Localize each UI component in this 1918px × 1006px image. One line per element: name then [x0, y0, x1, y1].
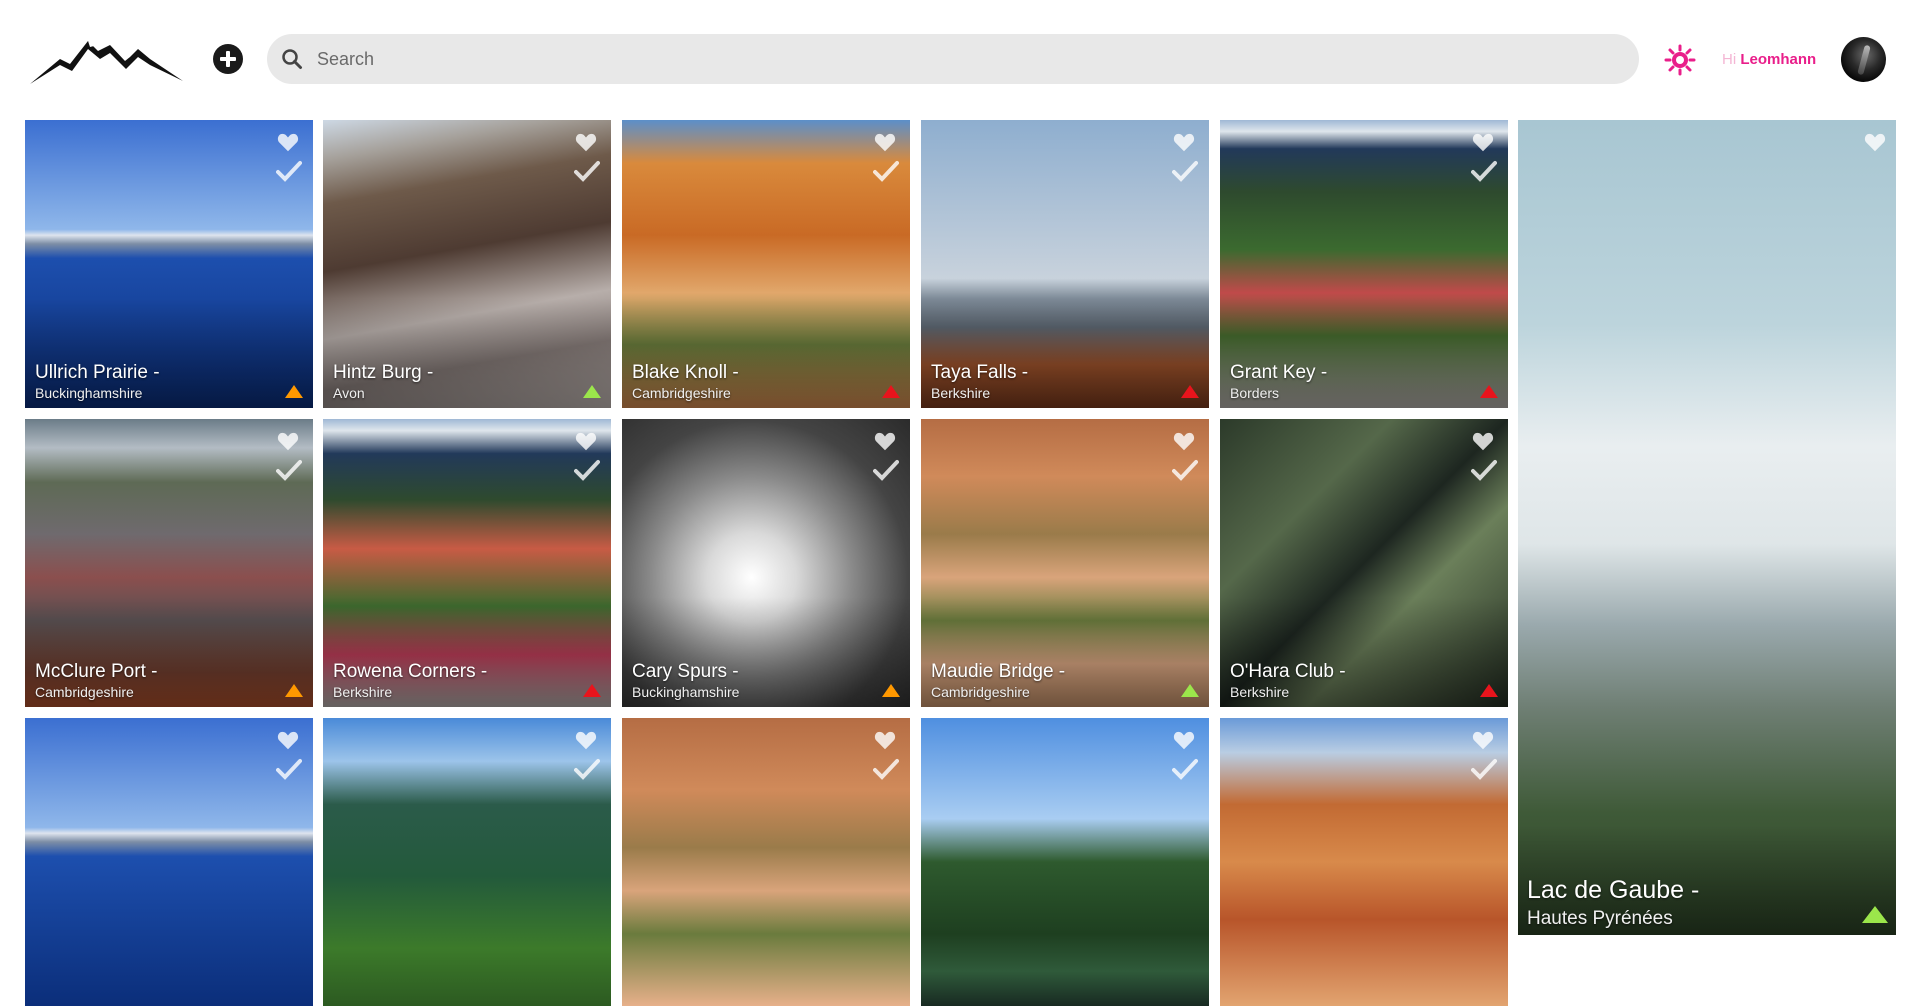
- hike-grid: Ullrich Prairie - Buckinghamshire Hintz Bu…: [0, 0, 1918, 1006]
- hike-region: Cambridgeshire: [35, 684, 134, 700]
- heart-icon[interactable]: [874, 431, 896, 453]
- heart-icon[interactable]: [277, 431, 299, 453]
- check-icon[interactable]: [1471, 160, 1497, 182]
- heart-icon[interactable]: [575, 730, 597, 752]
- check-icon[interactable]: [276, 758, 302, 780]
- hike-region: Cambridgeshire: [632, 385, 731, 401]
- check-icon[interactable]: [1172, 758, 1198, 780]
- featured-hike-photo: [1518, 120, 1896, 935]
- difficulty-triangle-icon: [1181, 385, 1199, 398]
- hike-card[interactable]: [323, 718, 611, 1006]
- difficulty-triangle-icon: [285, 385, 303, 398]
- difficulty-triangle-icon: [1862, 906, 1888, 923]
- hike-card[interactable]: Ullrich Prairie - Buckinghamshire: [25, 120, 313, 408]
- heart-icon[interactable]: [1472, 132, 1494, 154]
- hike-region: Borders: [1230, 385, 1280, 401]
- hike-region: Buckinghamshire: [632, 684, 740, 700]
- difficulty-triangle-icon: [1181, 684, 1199, 697]
- hike-card[interactable]: Rowena Corners - Berkshire: [323, 419, 611, 707]
- hike-card[interactable]: Blake Knoll - Cambridgeshire: [622, 120, 910, 408]
- difficulty-triangle-icon: [1480, 684, 1498, 697]
- check-icon[interactable]: [873, 160, 899, 182]
- check-icon[interactable]: [574, 459, 600, 481]
- check-icon[interactable]: [276, 459, 302, 481]
- hike-region: Berkshire: [333, 684, 393, 700]
- check-icon[interactable]: [873, 459, 899, 481]
- difficulty-triangle-icon: [583, 385, 601, 398]
- hike-region: Avon: [333, 385, 365, 401]
- hike-card[interactable]: [622, 718, 910, 1006]
- hike-card[interactable]: [921, 718, 1209, 1006]
- check-icon[interactable]: [276, 160, 302, 182]
- hike-card[interactable]: Cary Spurs - Buckinghamshire: [622, 419, 910, 707]
- hike-title: Blake Knoll -: [632, 362, 739, 383]
- hike-title: O'Hara Club -: [1230, 661, 1346, 682]
- check-icon[interactable]: [1172, 160, 1198, 182]
- difficulty-triangle-icon: [583, 684, 601, 697]
- hike-title: Ullrich Prairie -: [35, 362, 160, 383]
- check-icon[interactable]: [1172, 459, 1198, 481]
- hike-card[interactable]: [1220, 718, 1508, 1006]
- hike-photo: [25, 718, 313, 1006]
- hike-card[interactable]: Grant Key - Borders: [1220, 120, 1508, 408]
- hike-card[interactable]: Taya Falls - Berkshire: [921, 120, 1209, 408]
- hike-card[interactable]: McClure Port - Cambridgeshire: [25, 419, 313, 707]
- difficulty-triangle-icon: [1480, 385, 1498, 398]
- difficulty-triangle-icon: [882, 684, 900, 697]
- hike-region: Berkshire: [931, 385, 991, 401]
- check-icon[interactable]: [574, 160, 600, 182]
- hike-title: Hintz Burg -: [333, 362, 434, 383]
- hike-title: Grant Key -: [1230, 362, 1328, 383]
- heart-icon[interactable]: [1864, 132, 1886, 154]
- hike-title: Cary Spurs -: [632, 661, 739, 682]
- hike-card[interactable]: [25, 718, 313, 1006]
- hike-card[interactable]: Maudie Bridge - Cambridgeshire: [921, 419, 1209, 707]
- featured-hike-title: Lac de Gaube -: [1527, 876, 1700, 904]
- featured-hike-region: Hautes Pyrénées: [1527, 908, 1673, 929]
- hike-photo: [323, 718, 611, 1006]
- hike-card[interactable]: O'Hara Club - Berkshire: [1220, 419, 1508, 707]
- heart-icon[interactable]: [1173, 132, 1195, 154]
- caption-shade: [323, 298, 611, 408]
- heart-icon[interactable]: [277, 132, 299, 154]
- hike-title: Rowena Corners -: [333, 661, 488, 682]
- difficulty-triangle-icon: [285, 684, 303, 697]
- check-icon[interactable]: [1471, 758, 1497, 780]
- heart-icon[interactable]: [575, 431, 597, 453]
- featured-hike-card[interactable]: Lac de Gaube - Hautes Pyrénées: [1518, 120, 1896, 935]
- check-icon[interactable]: [873, 758, 899, 780]
- hike-title: Maudie Bridge -: [931, 661, 1066, 682]
- heart-icon[interactable]: [1173, 730, 1195, 752]
- hike-region: Berkshire: [1230, 684, 1290, 700]
- heart-icon[interactable]: [1472, 431, 1494, 453]
- heart-icon[interactable]: [874, 132, 896, 154]
- check-icon[interactable]: [1471, 459, 1497, 481]
- hike-photo: [622, 718, 910, 1006]
- heart-icon[interactable]: [1472, 730, 1494, 752]
- heart-icon[interactable]: [277, 730, 299, 752]
- hike-title: McClure Port -: [35, 661, 158, 682]
- hike-region: Cambridgeshire: [931, 684, 1030, 700]
- heart-icon[interactable]: [1173, 431, 1195, 453]
- heart-icon[interactable]: [874, 730, 896, 752]
- check-icon[interactable]: [574, 758, 600, 780]
- hike-card[interactable]: Hintz Burg - Avon: [323, 120, 611, 408]
- hike-region: Buckinghamshire: [35, 385, 143, 401]
- hike-title: Taya Falls -: [931, 362, 1029, 383]
- difficulty-triangle-icon: [882, 385, 900, 398]
- hike-photo: [1220, 718, 1508, 1006]
- heart-icon[interactable]: [575, 132, 597, 154]
- hike-photo: [921, 718, 1209, 1006]
